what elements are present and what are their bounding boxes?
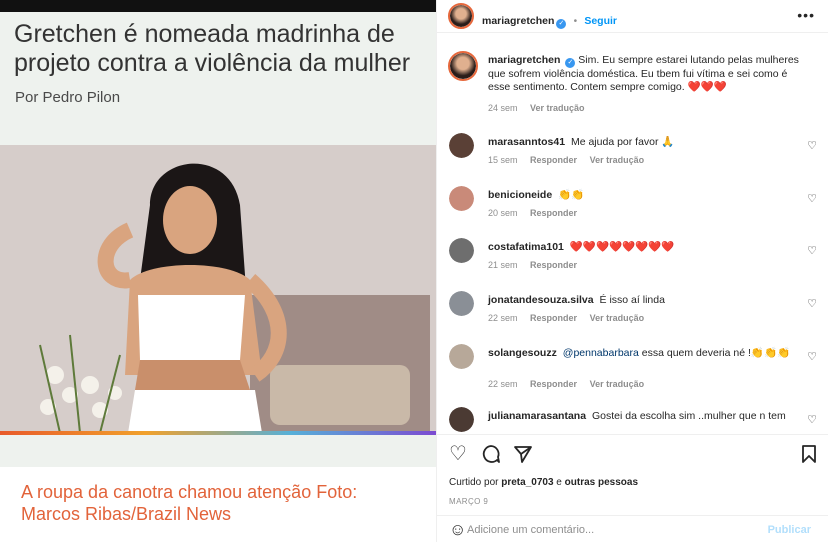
comment-item: julianamarasantana Gostei da escolha sim…	[437, 404, 828, 434]
comment-username[interactable]: benicioneide	[488, 189, 552, 201]
publish-button[interactable]: Publicar	[768, 524, 811, 536]
comment-username[interactable]: costafatima101	[488, 241, 564, 253]
comment-text: Gostei da escolha sim ..mulher que n tem	[591, 410, 786, 422]
like-heart-icon[interactable]: ♡	[449, 444, 467, 464]
add-comment-bar: ☺ Publicar	[437, 515, 828, 542]
commenter-avatar[interactable]	[449, 186, 474, 211]
caption-time: 24 sem	[488, 103, 518, 113]
like-comment-heart-icon[interactable]: ♡	[807, 139, 817, 152]
comment-username[interactable]: julianamarasantana	[488, 410, 586, 422]
comment-username[interactable]: solangesouzz	[488, 347, 557, 359]
reply-link[interactable]: Responder	[530, 379, 577, 389]
follow-button[interactable]: Seguir	[584, 15, 617, 27]
share-paper-plane-icon[interactable]	[513, 444, 533, 468]
caption-translate-link[interactable]: Ver tradução	[530, 103, 585, 113]
photo-color-bar	[0, 431, 436, 435]
comment-time: 20 sem	[488, 208, 518, 218]
article-headline: Gretchen é nomeada madrinha de projeto c…	[14, 20, 411, 77]
comment-input[interactable]	[467, 521, 757, 539]
commenter-avatar[interactable]	[449, 238, 474, 263]
comment-time: 21 sem	[488, 260, 518, 270]
emoji-smiley-icon[interactable]: ☺	[449, 521, 466, 538]
commenter-avatar[interactable]	[449, 344, 474, 369]
comment-username[interactable]: marasanntos41	[488, 136, 565, 148]
translate-link[interactable]: Ver tradução	[590, 155, 645, 165]
liked-by-line: Curtido por preta_0703 e outras pessoas	[449, 477, 638, 488]
reply-link[interactable]: Responder	[530, 155, 577, 165]
comment-text: ❤️❤️❤️❤️❤️❤️❤️❤️	[569, 241, 675, 253]
reply-link[interactable]: Responder	[530, 208, 577, 218]
commenter-avatar[interactable]	[449, 291, 474, 316]
comment-username[interactable]: jonatandesouza.silva	[488, 294, 594, 306]
caption-username[interactable]: mariagretchen	[488, 54, 560, 66]
commenter-avatar[interactable]	[449, 133, 474, 158]
post-date: MARÇO 9	[449, 497, 489, 506]
like-comment-heart-icon[interactable]: ♡	[807, 297, 817, 310]
comment-mention[interactable]: @pennabarbara	[563, 347, 639, 359]
author-avatar[interactable]	[448, 3, 474, 29]
verified-badge-icon: ✓	[565, 58, 576, 68]
comment-text: Me ajuda por favor 🙏	[570, 136, 675, 148]
comment-text: É isso aí linda	[599, 294, 665, 306]
like-comment-heart-icon[interactable]: ♡	[807, 350, 817, 363]
commenter-avatar[interactable]	[449, 407, 474, 432]
article-top-bar	[0, 0, 436, 12]
like-comment-heart-icon[interactable]: ♡	[807, 192, 817, 205]
comment-time: 15 sem	[488, 155, 518, 165]
caption-author-avatar[interactable]	[448, 51, 478, 81]
liked-by-user[interactable]: preta_0703	[501, 477, 553, 488]
like-comment-heart-icon[interactable]: ♡	[807, 413, 817, 426]
more-horizontal-icon[interactable]: •••	[797, 7, 815, 23]
comment-text: essa quem deveria né !👏👏👏	[641, 347, 791, 359]
article-byline: Por Pedro Pilon	[15, 89, 121, 106]
save-bookmark-icon[interactable]	[801, 444, 817, 468]
author-username[interactable]: mariagretchen	[482, 15, 554, 27]
liked-by-prefix: Curtido por	[449, 477, 499, 488]
translate-link[interactable]: Ver tradução	[590, 313, 645, 323]
comment-bubble-icon[interactable]	[481, 444, 501, 468]
verified-badge-icon: ✓	[556, 19, 567, 29]
translate-link[interactable]: Ver tradução	[590, 379, 645, 389]
comment-time: 22 sem	[488, 379, 518, 389]
article-screenshot: Gretchen é nomeada madrinha de projeto c…	[0, 0, 436, 542]
article-photo-caption: A roupa da canotra chamou atenção Foto: …	[21, 482, 358, 524]
post-header: mariagretchen ✓ • Seguir •••	[437, 0, 828, 33]
instagram-post-panel: mariagretchen ✓ • Seguir ••• mariagretche…	[436, 0, 828, 542]
comment-text: 👏👏	[558, 189, 585, 201]
post-action-bar: ♡ Curtido por preta_0703 e outras pessoa…	[437, 434, 828, 542]
woman-photo-illustration	[0, 145, 436, 433]
reply-link[interactable]: Responder	[530, 313, 577, 323]
reply-link[interactable]: Responder	[530, 260, 577, 270]
liked-by-others-link[interactable]: outras pessoas	[565, 477, 638, 488]
comment-time: 22 sem	[488, 313, 518, 323]
liked-by-and: e	[556, 477, 562, 488]
like-comment-heart-icon[interactable]: ♡	[807, 244, 817, 257]
article-photo	[0, 145, 436, 433]
separator-dot: •	[570, 16, 580, 27]
